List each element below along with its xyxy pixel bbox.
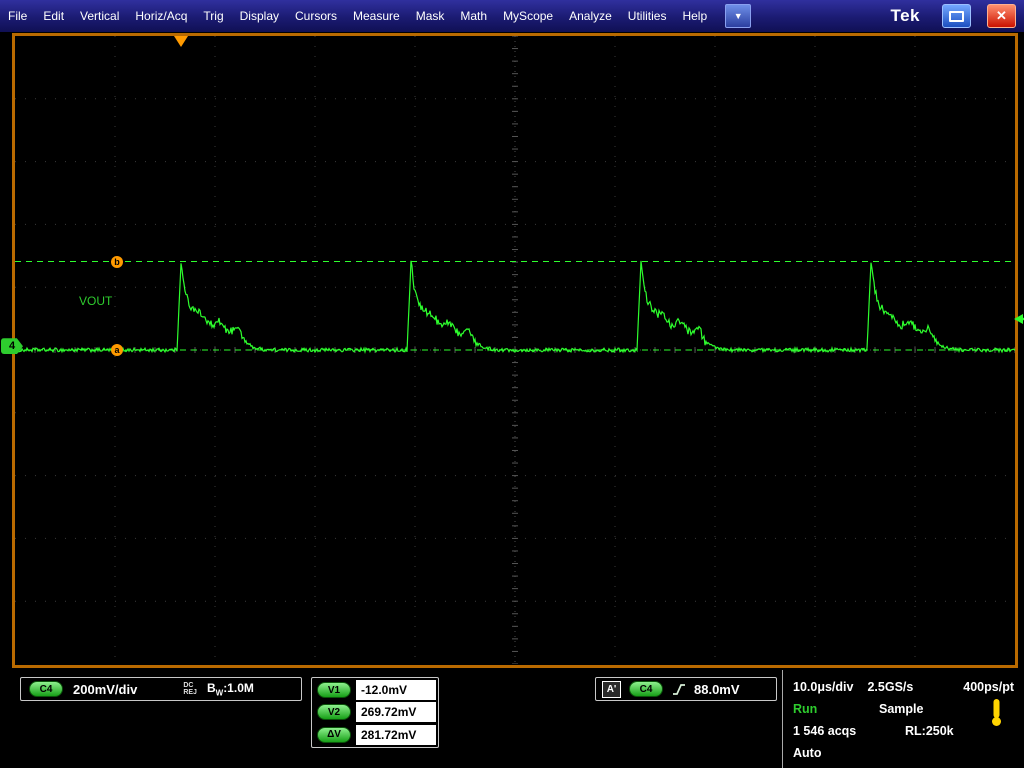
vout-label: VOUT <box>79 294 112 308</box>
scope-display-frame: VOUT b a 4 <box>12 33 1018 668</box>
timebase-value: 10.0μs/div <box>793 680 853 694</box>
channel-4-trace <box>15 261 1015 352</box>
menu-bar: FileEditVerticalHoriz/AcqTrigDisplayCurs… <box>0 0 1024 32</box>
cursor-value: 281.72mV <box>356 725 436 745</box>
close-icon: ✕ <box>996 8 1007 24</box>
menu-item-help[interactable]: Help <box>674 0 715 32</box>
cursor-b-handle[interactable]: b <box>111 256 123 268</box>
status-bar: C4 200mV/div DC REJ BW:1.0M V1 -12.0mV V2 2… <box>0 670 1024 768</box>
trigger-position-marker[interactable] <box>174 36 188 47</box>
menu-items: FileEditVerticalHoriz/AcqTrigDisplayCurs… <box>0 0 715 32</box>
menu-more-button[interactable]: ▼ <box>725 4 751 28</box>
cursor-readout-row: V2 269.72mV <box>313 701 437 723</box>
menu-item-file[interactable]: File <box>0 0 35 32</box>
menu-item-myscope[interactable]: MyScope <box>495 0 561 32</box>
cursor-badge: ΔV <box>317 727 351 743</box>
channel4-scale-value: 200mV/div <box>73 682 137 697</box>
cursor-readout-row: ΔV 281.72mV <box>313 724 437 746</box>
menu-item-edit[interactable]: Edit <box>35 0 72 32</box>
channel-4-badge: C4 <box>29 681 63 697</box>
menu-item-math[interactable]: Math <box>452 0 495 32</box>
trigger-mode: Auto <box>793 746 821 760</box>
record-length: RL:250k <box>905 724 954 738</box>
waveform-layer <box>15 36 1015 664</box>
channel4-vertical-readout[interactable]: C4 200mV/div DC REJ BW:1.0M <box>20 677 302 701</box>
menu-item-horizacq[interactable]: Horiz/Acq <box>127 0 195 32</box>
menu-item-measure[interactable]: Measure <box>345 0 408 32</box>
acquisition-mode: Sample <box>879 702 923 716</box>
acquisition-count: 1 546 acqs <box>793 724 905 738</box>
menu-item-display[interactable]: Display <box>232 0 287 32</box>
horizontal-acquisition-panel: 10.0μs/div 2.5GS/s 400ps/pt Run Sample 1… <box>782 670 1024 768</box>
titlebar-right: Tek ✕ <box>890 4 1024 28</box>
cursor-a-handle[interactable]: a <box>111 344 123 356</box>
chevron-down-icon: ▼ <box>734 11 743 21</box>
cursor-value: 269.72mV <box>356 702 436 722</box>
tek-logo: Tek <box>890 6 920 26</box>
cursor-badge: V1 <box>317 682 351 698</box>
acquisition-state: Run <box>793 702 879 716</box>
sample-rate-value: 2.5GS/s <box>867 680 913 694</box>
menu-item-cursors[interactable]: Cursors <box>287 0 345 32</box>
dc-reject-coupling-indicator: DC REJ <box>183 682 197 696</box>
trigger-a-badge: A' <box>602 681 621 698</box>
menu-item-vertical[interactable]: Vertical <box>72 0 127 32</box>
menu-item-utilities[interactable]: Utilities <box>620 0 675 32</box>
close-button[interactable]: ✕ <box>987 4 1016 28</box>
trigger-readout[interactable]: A' C4 88.0mV <box>595 677 777 701</box>
temperature-indicator-icon <box>991 698 1002 730</box>
menu-item-analyze[interactable]: Analyze <box>561 0 620 32</box>
menu-item-mask[interactable]: Mask <box>408 0 453 32</box>
cursor-value: -12.0mV <box>356 680 436 700</box>
cursor-readouts[interactable]: V1 -12.0mV V2 269.72mV ΔV 281.72mV <box>311 677 439 748</box>
bandwidth-readout: BW:1.0M <box>207 681 254 697</box>
waveform-plot-area: VOUT b a 4 <box>15 36 1015 664</box>
trigger-source-badge: C4 <box>629 681 663 697</box>
coupling-top-label: DC <box>183 682 197 689</box>
rising-edge-icon <box>671 682 686 697</box>
left-arrow-icon <box>1014 313 1024 325</box>
menu-item-trig[interactable]: Trig <box>195 0 231 32</box>
trigger-level-value: 88.0mV <box>694 682 740 697</box>
resolution-value: 400ps/pt <box>963 680 1014 694</box>
coupling-bottom-label: REJ <box>183 689 197 696</box>
cursor-readout-row: V1 -12.0mV <box>313 679 437 701</box>
cursor-badge: V2 <box>317 704 351 720</box>
minimize-icon <box>949 11 964 22</box>
minimize-button[interactable] <box>942 4 971 28</box>
